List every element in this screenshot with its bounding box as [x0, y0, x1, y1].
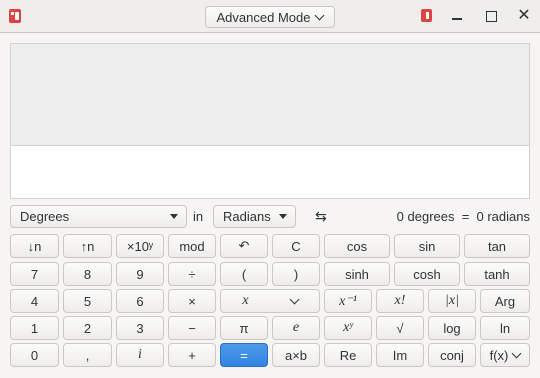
- mode-selector-button[interactable]: Advanced Mode: [205, 6, 335, 28]
- digit-6-button[interactable]: 6: [116, 289, 164, 313]
- sinh-button[interactable]: sinh: [324, 262, 390, 286]
- dropdown-arrow-icon: [279, 214, 287, 219]
- shift-down-button[interactable]: ↓n: [10, 234, 59, 258]
- function-label: f(x): [489, 347, 509, 363]
- factorial-label: x!: [394, 293, 406, 308]
- multiply-button[interactable]: ×: [168, 289, 216, 313]
- imaginary-button[interactable]: i: [116, 343, 164, 367]
- shift-up-button[interactable]: ↑n: [63, 234, 112, 258]
- in-label: in: [193, 209, 204, 224]
- cos-button[interactable]: cos: [324, 234, 390, 258]
- absolute-button[interactable]: |x|: [428, 289, 476, 313]
- from-unit-value: Degrees: [20, 209, 70, 224]
- open-paren-button[interactable]: (: [220, 262, 268, 286]
- modulus-button[interactable]: mod: [168, 234, 216, 258]
- root-button[interactable]: √: [376, 316, 424, 340]
- from-unit-combo[interactable]: Degrees: [10, 205, 187, 228]
- close-icon: ✕: [517, 7, 531, 24]
- equals-button[interactable]: =: [220, 343, 268, 367]
- conversion-result: 0 degrees = 0 radians: [396, 209, 530, 224]
- digit-7-button[interactable]: 7: [10, 262, 59, 286]
- decimal-button[interactable]: ,: [63, 343, 112, 367]
- euler-label: e: [292, 320, 300, 335]
- equation-input[interactable]: [10, 145, 530, 199]
- clear-button[interactable]: C: [272, 234, 320, 258]
- maximize-button[interactable]: [483, 8, 499, 24]
- cosh-button[interactable]: cosh: [394, 262, 460, 286]
- sin-button[interactable]: sin: [394, 234, 460, 258]
- digit-2-button[interactable]: 2: [63, 316, 112, 340]
- minimize-icon: [452, 18, 462, 20]
- dropdown-arrow-icon: [170, 214, 178, 219]
- add-button[interactable]: +: [168, 343, 216, 367]
- imaginary-part-button[interactable]: Im: [376, 343, 424, 367]
- chevron-down-icon: [289, 294, 300, 304]
- digit-4-button[interactable]: 4: [10, 289, 59, 313]
- variable-label: x: [242, 293, 249, 308]
- chevron-down-icon: [315, 10, 325, 20]
- tan-button[interactable]: tan: [464, 234, 530, 258]
- chevron-down-icon: [511, 348, 522, 358]
- argument-button[interactable]: Arg: [480, 289, 530, 313]
- inverse-button[interactable]: x⁻¹: [324, 289, 372, 313]
- function-menu-button[interactable]: f(x): [480, 343, 530, 367]
- calculator-app-icon: [9, 9, 21, 23]
- power-button[interactable]: xʸ: [324, 316, 372, 340]
- digit-9-button[interactable]: 9: [116, 262, 164, 286]
- subtract-button[interactable]: −: [168, 316, 216, 340]
- calculator-menu-icon[interactable]: [421, 9, 432, 22]
- ln-button[interactable]: ln: [480, 316, 530, 340]
- maximize-icon: [485, 10, 497, 22]
- to-unit-value: Radians: [223, 209, 271, 224]
- imaginary-label: i: [138, 347, 142, 362]
- to-unit-combo[interactable]: Radians: [213, 205, 296, 228]
- exponent-button[interactable]: ×10ʸ: [116, 234, 164, 258]
- pi-button[interactable]: π: [220, 316, 268, 340]
- factorial-button[interactable]: x!: [376, 289, 424, 313]
- digit-1-button[interactable]: 1: [10, 316, 59, 340]
- power-label: xʸ: [343, 320, 353, 335]
- undo-button[interactable]: ↶: [220, 234, 268, 258]
- absolute-label: |x|: [445, 293, 459, 308]
- swap-units-icon[interactable]: ⇆: [315, 208, 327, 225]
- digit-0-button[interactable]: 0: [10, 343, 59, 367]
- close-paren-button[interactable]: ): [272, 262, 320, 286]
- digit-8-button[interactable]: 8: [63, 262, 112, 286]
- variable-select-button[interactable]: x: [220, 289, 320, 313]
- history-display: [10, 43, 530, 146]
- minimize-button[interactable]: [449, 8, 465, 24]
- digit-3-button[interactable]: 3: [116, 316, 164, 340]
- factorize-button[interactable]: a×b: [272, 343, 320, 367]
- conjugate-button[interactable]: conj: [428, 343, 476, 367]
- euler-button[interactable]: e: [272, 316, 320, 340]
- log-button[interactable]: log: [428, 316, 476, 340]
- close-button[interactable]: ✕: [516, 8, 532, 24]
- undo-icon: ↶: [238, 238, 250, 253]
- inverse-label: x⁻¹: [339, 293, 357, 309]
- digit-5-button[interactable]: 5: [63, 289, 112, 313]
- divide-button[interactable]: ÷: [168, 262, 216, 286]
- real-part-button[interactable]: Re: [324, 343, 372, 367]
- tanh-button[interactable]: tanh: [464, 262, 530, 286]
- mode-label: Advanced Mode: [216, 9, 311, 25]
